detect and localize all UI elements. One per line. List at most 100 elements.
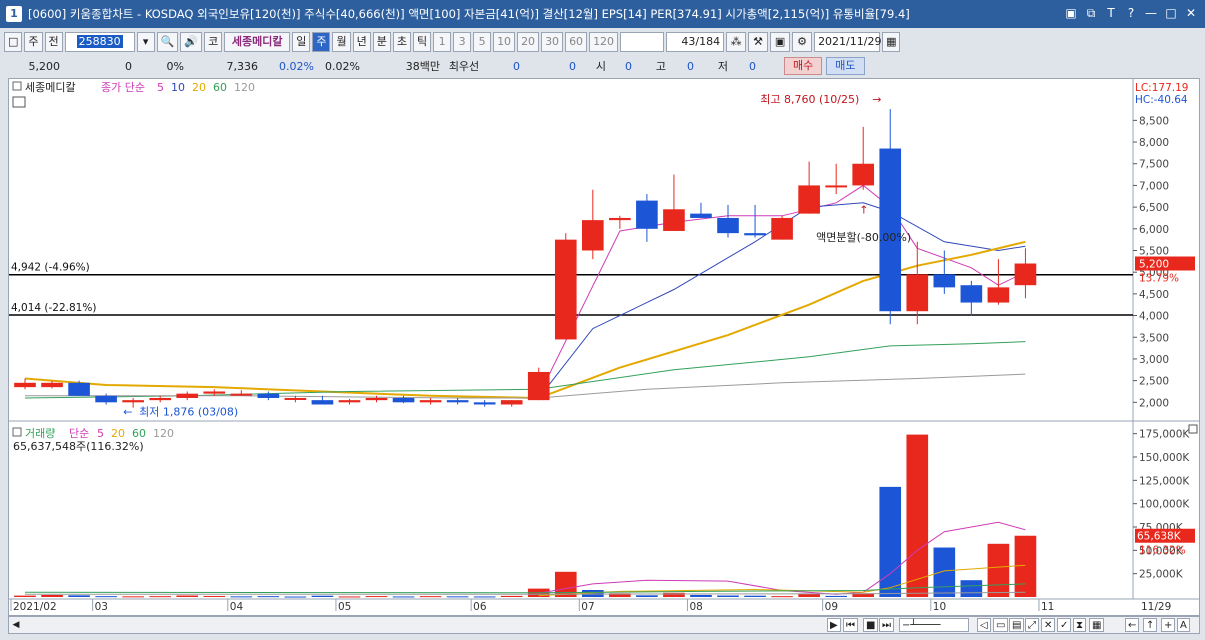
settings-gear-icon[interactable]: ⚙ bbox=[792, 32, 813, 52]
candle-body[interactable] bbox=[554, 239, 577, 340]
volume-bar[interactable] bbox=[554, 571, 577, 597]
search-icon[interactable]: 🔍 bbox=[156, 32, 179, 52]
tool-back-icon[interactable]: ◁ bbox=[977, 618, 991, 632]
volume-bar[interactable] bbox=[365, 596, 388, 598]
layout-icon[interactable]: ▣ bbox=[1063, 5, 1079, 21]
candle-body[interactable] bbox=[473, 402, 496, 405]
window-number-badge[interactable]: 1 bbox=[6, 6, 22, 22]
stop-icon[interactable]: ■ bbox=[863, 618, 879, 632]
period-second-button[interactable]: 초 bbox=[392, 32, 411, 52]
zoom-in-icon[interactable]: + bbox=[1161, 618, 1176, 632]
candle-body[interactable] bbox=[311, 400, 334, 405]
legend-ma-20[interactable]: 20 bbox=[192, 81, 206, 94]
tool-table-icon[interactable]: ▦ bbox=[1089, 618, 1105, 632]
volume-bar[interactable] bbox=[95, 596, 117, 598]
volume-bar[interactable] bbox=[392, 596, 415, 598]
candle-body[interactable] bbox=[284, 397, 307, 400]
candle-body[interactable] bbox=[527, 371, 550, 401]
candle-body[interactable] bbox=[95, 395, 117, 403]
volume-bar[interactable] bbox=[176, 595, 199, 597]
stock-code-input[interactable]: 258830 bbox=[64, 32, 135, 52]
text-tool-icon[interactable]: A bbox=[1177, 618, 1190, 632]
candle-body[interactable] bbox=[68, 382, 90, 396]
candle-body[interactable] bbox=[203, 391, 226, 394]
interval-120-button[interactable]: 120 bbox=[589, 32, 619, 52]
last-icon[interactable]: ⏭ bbox=[879, 618, 894, 632]
calendar-icon[interactable]: ▦ bbox=[882, 32, 901, 52]
legend-ma-5[interactable]: 5 bbox=[157, 81, 164, 94]
candle-body[interactable] bbox=[122, 400, 144, 403]
volume-pane-close-icon[interactable] bbox=[1188, 424, 1198, 434]
candle-body[interactable] bbox=[257, 393, 280, 398]
volume-bar[interactable] bbox=[663, 592, 685, 597]
interval-60-button[interactable]: 60 bbox=[565, 32, 588, 52]
candle-body[interactable] bbox=[987, 287, 1010, 303]
custom-interval-select[interactable] bbox=[620, 32, 665, 52]
buy-button[interactable]: 매수 bbox=[784, 57, 823, 75]
candle-body[interactable] bbox=[933, 274, 956, 288]
volume-bar[interactable] bbox=[68, 595, 90, 597]
main-button[interactable]: 주 bbox=[24, 32, 43, 52]
chart-area[interactable]: 8,500 8,000 7,500 7,000 6,500 6,000 5,500 5,000… bbox=[8, 78, 1200, 616]
period-week-button[interactable]: 주 bbox=[312, 32, 331, 52]
interval-20-button[interactable]: 20 bbox=[517, 32, 540, 52]
candle-body[interactable] bbox=[419, 400, 442, 403]
sell-button[interactable]: 매도 bbox=[826, 57, 865, 75]
period-year-button[interactable]: 년 bbox=[352, 32, 371, 52]
tools-icon[interactable]: ⚒ bbox=[748, 32, 769, 52]
volume-legend-label[interactable]: 단순 bbox=[69, 427, 89, 440]
volume-bar[interactable] bbox=[41, 594, 63, 597]
candle-body[interactable] bbox=[338, 400, 361, 403]
volume-bar[interactable] bbox=[284, 596, 307, 598]
legend-ma-120[interactable]: 120 bbox=[234, 81, 255, 94]
candle-body[interactable] bbox=[176, 393, 199, 398]
volume-bar[interactable] bbox=[230, 596, 253, 598]
candle-body[interactable] bbox=[41, 382, 63, 388]
period-day-button[interactable]: 일 bbox=[292, 32, 311, 52]
candle-body[interactable] bbox=[14, 382, 36, 388]
volume-bar[interactable] bbox=[879, 486, 902, 597]
period-month-button[interactable]: 월 bbox=[332, 32, 351, 52]
table-icon[interactable] bbox=[12, 96, 26, 108]
interval-3-button[interactable]: 3 bbox=[453, 32, 472, 52]
candle-body[interactable] bbox=[1014, 263, 1037, 286]
volume-legend-ma-20[interactable]: 20 bbox=[111, 427, 125, 440]
volume-bar[interactable] bbox=[771, 596, 793, 598]
candle-body[interactable] bbox=[960, 285, 983, 303]
candle-body[interactable] bbox=[879, 148, 902, 312]
volume-bar[interactable] bbox=[14, 595, 36, 597]
play-icon[interactable]: ▶ bbox=[827, 618, 841, 632]
legend-price-label[interactable]: 종가 단순 bbox=[101, 81, 145, 94]
volume-bar[interactable] bbox=[446, 596, 469, 598]
tool-remove-icon[interactable]: ✕ bbox=[1041, 618, 1056, 632]
chart-svg[interactable]: 8,5008,0007,5007,0006,5006,0005,5005,000… bbox=[9, 79, 1199, 615]
sound-icon[interactable]: 🔊 bbox=[180, 32, 203, 52]
candle-body[interactable] bbox=[636, 200, 658, 229]
candle-body[interactable] bbox=[392, 397, 415, 403]
volume-bar[interactable] bbox=[690, 594, 712, 597]
close-icon[interactable]: ✕ bbox=[1183, 5, 1199, 21]
interval-5-button[interactable]: 5 bbox=[473, 32, 492, 52]
legend-stock-name[interactable]: 세종메디칼 bbox=[25, 81, 76, 94]
volume-bar[interactable] bbox=[311, 595, 334, 597]
text-icon[interactable]: T bbox=[1103, 5, 1119, 21]
candle-body[interactable] bbox=[852, 163, 875, 186]
candle-body[interactable] bbox=[690, 213, 712, 218]
volume-bar[interactable] bbox=[1014, 535, 1037, 597]
candle-body[interactable] bbox=[446, 400, 469, 403]
volume-legend-ma-5[interactable]: 5 bbox=[97, 427, 104, 440]
volume-bar[interactable] bbox=[960, 580, 983, 597]
candle-body[interactable] bbox=[906, 274, 929, 312]
help-icon[interactable]: ? bbox=[1123, 5, 1139, 21]
minimize-icon[interactable]: — bbox=[1143, 5, 1159, 21]
volume-bar[interactable] bbox=[122, 596, 144, 598]
prev-button[interactable]: 전 bbox=[44, 32, 63, 52]
candle-body[interactable] bbox=[582, 220, 604, 251]
tool-check-icon[interactable]: ✓ bbox=[1057, 618, 1072, 632]
volume-bar[interactable] bbox=[744, 595, 766, 597]
volume-bar[interactable] bbox=[338, 596, 361, 598]
volume-legend-ma-120[interactable]: 120 bbox=[153, 427, 174, 440]
tool-left-icon[interactable]: ← bbox=[1125, 618, 1140, 632]
first-icon[interactable]: ⏮ bbox=[843, 618, 858, 632]
indicator-icon[interactable]: ⁂ bbox=[726, 32, 747, 52]
